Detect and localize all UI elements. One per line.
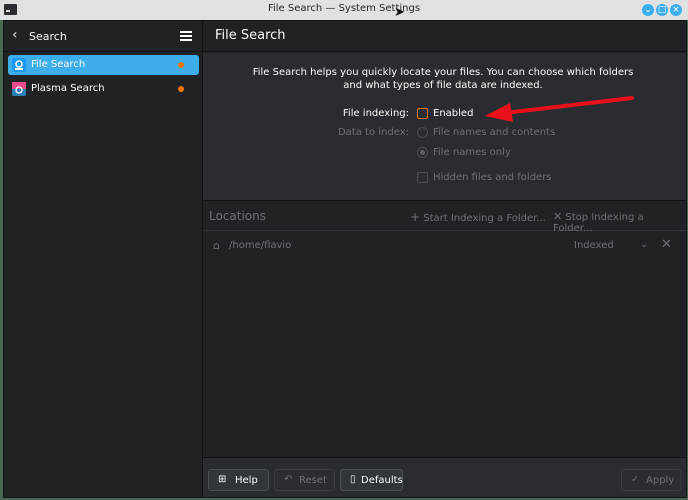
- document-icon: ▯: [350, 474, 356, 485]
- sidebar-header: ‹ Search: [4, 21, 202, 52]
- changed-indicator-dot: [178, 62, 184, 68]
- reset-label: Reset: [299, 475, 327, 486]
- minimize-button[interactable]: ⌄: [642, 4, 654, 16]
- main-panel: File Search File Search helps you quickl…: [203, 21, 686, 497]
- data-to-index-label: Data to index:: [337, 127, 409, 138]
- stop-indexing-label: Stop Indexing a Folder...: [553, 212, 644, 234]
- names-only-radio[interactable]: [417, 147, 428, 158]
- contents-radio-label[interactable]: File names and contents: [433, 127, 555, 138]
- remove-location-icon[interactable]: ✕: [661, 237, 672, 252]
- checkmark-icon: ✓: [631, 474, 640, 485]
- chevron-down-icon[interactable]: ⌄: [640, 239, 648, 250]
- maximize-button[interactable]: □: [656, 4, 668, 16]
- sidebar-item-file-search[interactable]: File Search: [8, 55, 199, 75]
- enabled-label[interactable]: Enabled: [433, 108, 473, 119]
- start-indexing-button[interactable]: + Start Indexing a Folder...: [410, 210, 546, 224]
- location-path: /home/flavio: [229, 240, 292, 251]
- apply-label: Apply: [646, 475, 675, 486]
- start-indexing-label: Start Indexing a Folder...: [423, 213, 546, 224]
- plasma-search-icon: [12, 82, 26, 96]
- sidebar: ‹ Search File Search Plasma Search: [4, 21, 203, 497]
- footer-bar: ⊞ Help ↶ Reset ▯ Defaults ✓ Apply: [203, 457, 686, 497]
- hamburger-menu-icon[interactable]: [180, 31, 192, 41]
- sidebar-item-label: File Search: [31, 59, 86, 70]
- reset-icon: ↶: [284, 474, 293, 485]
- back-chevron-icon[interactable]: ‹: [12, 28, 18, 42]
- sidebar-item-plasma-search[interactable]: Plasma Search: [8, 79, 199, 99]
- enabled-checkbox[interactable]: [417, 108, 428, 119]
- home-folder-icon: ⌂: [213, 239, 220, 252]
- help-button[interactable]: ⊞ Help: [208, 469, 269, 491]
- changed-indicator-dot: [178, 86, 184, 92]
- plus-icon: +: [410, 210, 421, 224]
- help-icon: ⊞: [218, 474, 227, 485]
- close-button[interactable]: ×: [670, 4, 682, 16]
- hidden-files-checkbox[interactable]: [417, 172, 428, 183]
- defaults-label: Defaults: [361, 475, 403, 486]
- file-indexing-label: File indexing:: [342, 108, 409, 119]
- sidebar-item-label: Plasma Search: [31, 83, 105, 94]
- contents-radio[interactable]: [417, 127, 428, 138]
- mouse-cursor-icon: ➤: [394, 5, 405, 20]
- reset-button[interactable]: ↶ Reset: [274, 469, 335, 491]
- title-bar[interactable]: File Search — System Settings ➤ ⌄ □ ×: [0, 0, 688, 20]
- defaults-button[interactable]: ▯ Defaults: [340, 469, 403, 491]
- names-only-radio-label[interactable]: File names only: [433, 147, 511, 158]
- intro-text: File Search helps you quickly locate you…: [252, 67, 634, 91]
- locations-title: Locations: [209, 209, 267, 223]
- red-arrow-annotation: [485, 96, 634, 122]
- locations-toolbar: Locations + Start Indexing a Folder... ✕…: [203, 201, 686, 234]
- apply-button[interactable]: ✓ Apply: [621, 469, 681, 491]
- sidebar-back-button[interactable]: Search: [29, 30, 67, 43]
- file-search-icon: [12, 58, 26, 72]
- main-header: File Search: [203, 21, 686, 52]
- location-status-select[interactable]: Indexed: [574, 240, 614, 251]
- help-label: Help: [235, 475, 258, 486]
- hidden-files-label[interactable]: Hidden files and folders: [433, 172, 552, 183]
- stop-indexing-button[interactable]: ✕ Stop Indexing a Folder...: [553, 210, 686, 234]
- location-row[interactable]: ⌂ /home/flavio Indexed ⌄ ✕: [203, 234, 686, 256]
- settings-window: ‹ Search File Search Plasma Search File …: [3, 20, 687, 498]
- locations-panel: Locations + Start Indexing a Folder... ✕…: [203, 200, 686, 456]
- window-title: File Search — System Settings: [267, 3, 421, 14]
- file-search-settings: File Search helps you quickly locate you…: [203, 53, 686, 200]
- page-title: File Search: [215, 28, 286, 43]
- x-icon: ✕: [553, 210, 563, 223]
